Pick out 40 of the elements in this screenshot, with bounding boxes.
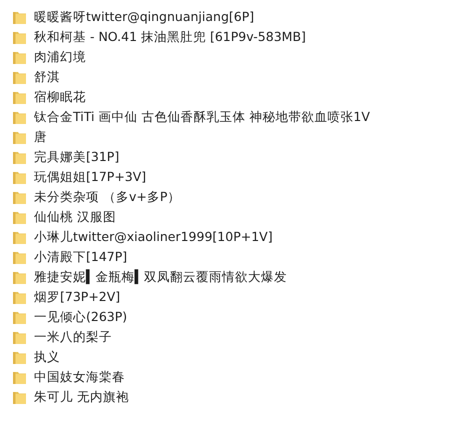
folder-icon <box>12 390 27 404</box>
folder-name[interactable]: 小清殿下[147P] <box>34 248 128 266</box>
folder-name[interactable]: 完具娜美[31P] <box>34 148 120 166</box>
folder-name[interactable]: 一米八的梨子 <box>34 328 112 346</box>
folder-name[interactable]: 宿柳眠花 <box>34 88 86 106</box>
folder-icon <box>12 230 27 244</box>
folder-name[interactable]: 朱可儿 无内旗袍 <box>34 388 129 406</box>
folder-icon <box>12 90 27 104</box>
folder-name[interactable]: 秋和柯基 - NO.41 抹油黑肚兜 [61P9v-583MB] <box>34 28 306 46</box>
folder-name[interactable]: 执义 <box>34 348 60 366</box>
folder-icon <box>12 250 27 264</box>
folder-icon <box>12 30 27 44</box>
folder-name[interactable]: 烟罗[73P+2V] <box>34 288 120 306</box>
folder-name[interactable]: 中国妓女海棠春 <box>34 368 125 386</box>
folder-name[interactable]: 雅捷安妮▍金瓶梅▍双凤翻云覆雨情欲大爆发 <box>34 268 288 286</box>
folder-name[interactable]: 仙仙桃 汉服图 <box>34 208 116 226</box>
folder-name[interactable]: 玩偶姐姐[17P+3V] <box>34 168 146 186</box>
folder-name[interactable]: 肉浦幻境 <box>34 48 86 66</box>
folder-name[interactable]: 未分类杂项 （多v+多P） <box>34 188 180 206</box>
folder-icon <box>12 10 27 24</box>
folder-name[interactable]: 钛合金TiTi 画中仙 古色仙香酥乳玉体 神秘地带欲血喷张1V <box>34 108 370 126</box>
folder-icon <box>12 190 27 204</box>
folder-icon <box>12 370 27 384</box>
folder-name[interactable]: 唐 <box>34 128 47 146</box>
folder-icon <box>12 50 27 64</box>
folder-icon <box>12 330 27 344</box>
folder-icon <box>12 310 27 324</box>
folder-name[interactable]: 舒淇 <box>34 68 60 86</box>
folder-icon <box>12 70 27 84</box>
folder-icon <box>12 150 27 164</box>
folder-name[interactable]: 小琳儿twitter@xiaoliner1999[10P+1V] <box>34 228 273 246</box>
folder-icon <box>12 210 27 224</box>
folder-icon <box>12 290 27 304</box>
folder-icon <box>12 350 27 364</box>
folder-icon <box>12 270 27 284</box>
folder-name[interactable]: 一见倾心(263P) <box>34 308 128 326</box>
folder-name[interactable]: 暖暖酱呀twitter@qingnuanjiang[6P] <box>34 8 254 26</box>
folder-icon <box>12 110 27 124</box>
folder-icon <box>12 130 27 144</box>
folder-icon <box>12 170 27 184</box>
